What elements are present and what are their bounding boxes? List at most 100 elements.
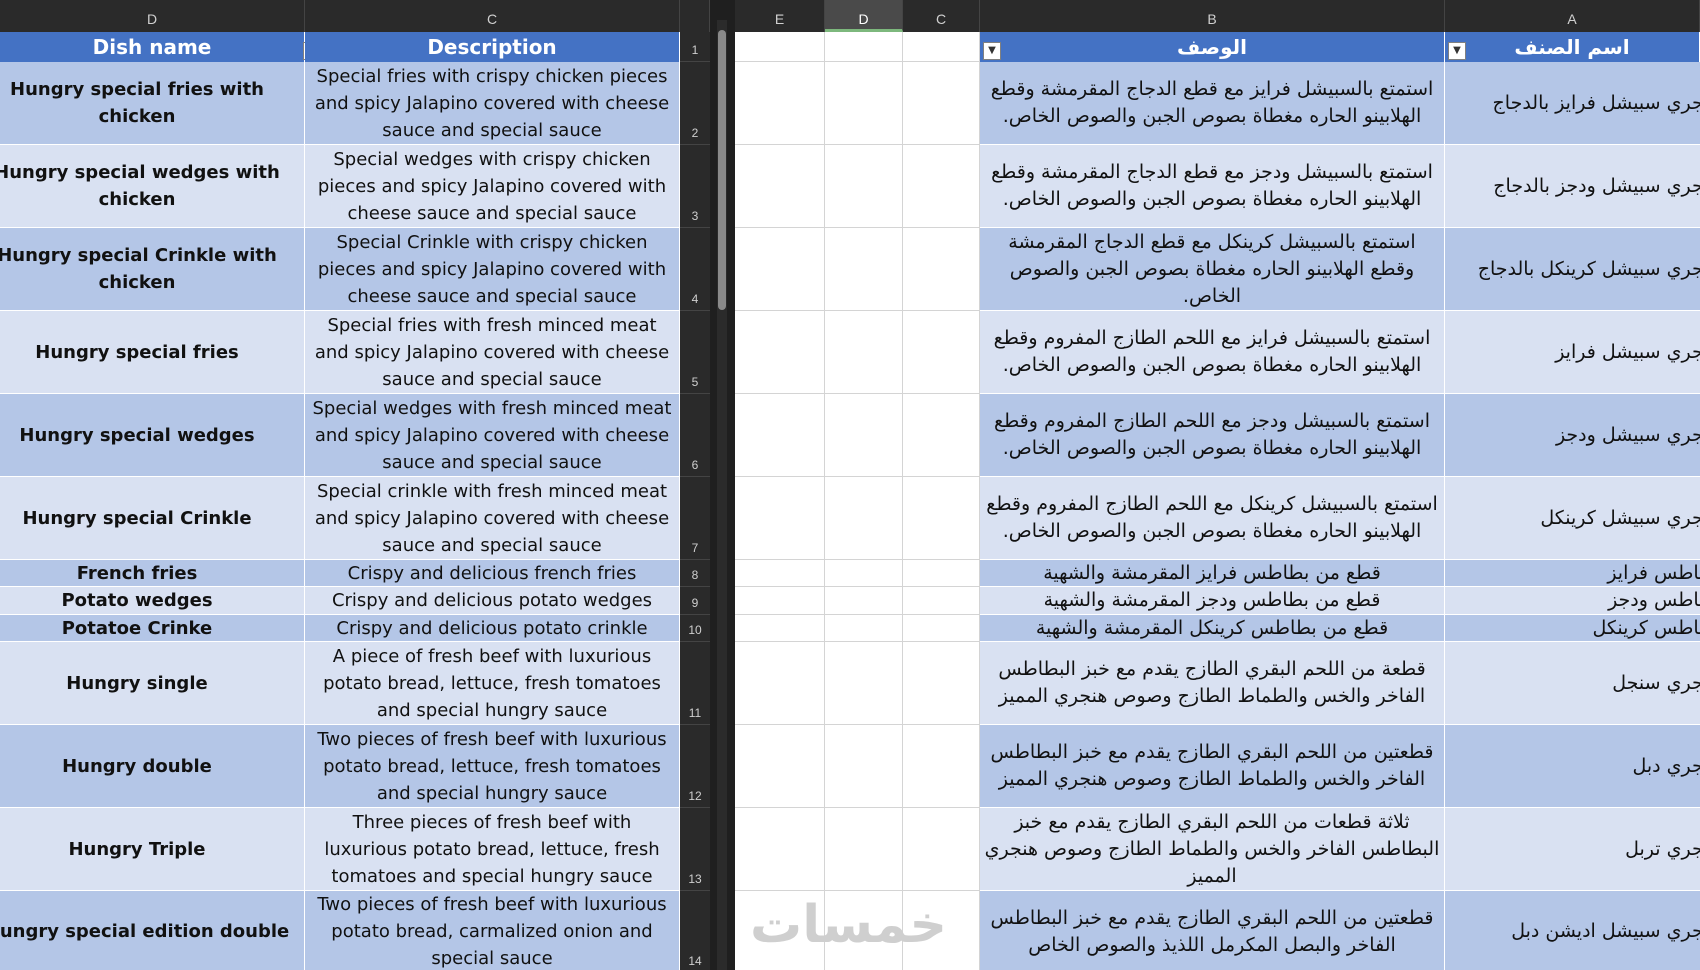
empty-cell[interactable] [735, 477, 825, 560]
empty-cell[interactable] [903, 394, 980, 477]
empty-cell[interactable] [825, 642, 903, 725]
row-number[interactable]: 6 [680, 394, 710, 477]
dish-name-cell[interactable]: Hungry special fries [0, 311, 305, 394]
description-cell[interactable]: Two pieces of fresh beef with luxurious … [305, 891, 680, 970]
dish-name-cell[interactable]: Potato wedges [0, 587, 305, 615]
description-cell[interactable]: Two pieces of fresh beef with luxurious … [305, 725, 680, 808]
row-number[interactable]: 10 [680, 615, 710, 642]
description-cell[interactable]: Special wedges with crispy chicken piece… [305, 145, 680, 228]
empty-cell[interactable] [825, 477, 903, 560]
row-number[interactable]: 11 [680, 642, 710, 725]
description-ar-cell[interactable]: قطع من بطاطس فرايز المقرمشة والشهية [980, 560, 1445, 587]
dish-name-ar-cell[interactable]: هنجري سبيشل فرايز [1445, 311, 1700, 394]
dish-name-ar-cell[interactable]: هنجري دبل [1445, 725, 1700, 808]
empty-cell[interactable] [735, 560, 825, 587]
column-header-a[interactable]: A [1445, 0, 1700, 32]
description-cell[interactable]: Crispy and delicious potato crinkle [305, 615, 680, 642]
dish-name-ar-cell[interactable]: هنجري سبيشل ودجز بالدجاج [1445, 145, 1700, 228]
dish-name-ar-cell[interactable]: بطاطس فرايز [1445, 560, 1700, 587]
description-ar-cell[interactable]: قطعتين من اللحم البقري الطازج يقدم مع خب… [980, 891, 1445, 970]
empty-cell[interactable] [825, 560, 903, 587]
dish-name-cell[interactable]: Hungry special edition double [0, 891, 305, 970]
empty-cell[interactable] [825, 808, 903, 891]
dish-name-cell[interactable]: Potatoe Crinke [0, 615, 305, 642]
empty-cell[interactable] [735, 808, 825, 891]
dish-name-ar-cell[interactable]: بطاطس كرينكل [1445, 615, 1700, 642]
header-dish-name[interactable]: Dish name [0, 32, 305, 62]
empty-cell[interactable] [735, 228, 825, 311]
filter-dropdown-icon[interactable]: ▼ [983, 42, 1001, 60]
row-number[interactable]: 1 [680, 32, 710, 62]
description-cell[interactable]: Special Crinkle with crispy chicken piec… [305, 228, 680, 311]
dish-name-cell[interactable]: Hungry single [0, 642, 305, 725]
dish-name-cell[interactable]: Hungry special Crinkle [0, 477, 305, 560]
description-cell[interactable]: Special crinkle with fresh minced meat a… [305, 477, 680, 560]
description-cell[interactable]: A piece of fresh beef with luxurious pot… [305, 642, 680, 725]
column-header-d[interactable]: D [0, 0, 305, 32]
description-cell[interactable]: Crispy and delicious potato wedges [305, 587, 680, 615]
empty-cell[interactable] [735, 642, 825, 725]
select-all-corner[interactable] [680, 0, 710, 32]
empty-cell[interactable] [903, 587, 980, 615]
empty-cell[interactable] [735, 62, 825, 145]
description-cell[interactable]: Special fries with crispy chicken pieces… [305, 62, 680, 145]
empty-cell[interactable] [825, 615, 903, 642]
empty-cell[interactable] [825, 145, 903, 228]
empty-cell[interactable] [903, 145, 980, 228]
empty-cell[interactable] [735, 725, 825, 808]
description-cell[interactable]: Special wedges with fresh minced meat an… [305, 394, 680, 477]
description-cell[interactable]: Special fries with fresh minced meat and… [305, 311, 680, 394]
row-number[interactable]: 7 [680, 477, 710, 560]
row-number[interactable]: 2 [680, 62, 710, 145]
empty-cell[interactable] [735, 145, 825, 228]
dish-name-ar-cell[interactable]: هنجري سبيشل ودجز [1445, 394, 1700, 477]
empty-cell[interactable] [735, 615, 825, 642]
description-cell[interactable]: Crispy and delicious french fries [305, 560, 680, 587]
description-ar-cell[interactable]: ثلاثة قطعات من اللحم البقري الطازج يقدم … [980, 808, 1445, 891]
column-header-d[interactable]: D [825, 0, 903, 32]
row-number[interactable]: 8 [680, 560, 710, 587]
column-header-e[interactable]: E [735, 0, 825, 32]
dish-name-ar-cell[interactable]: هنجري سبيشل كرينكل بالدجاج [1445, 228, 1700, 311]
dish-name-ar-cell[interactable]: بطاطس ودجز [1445, 587, 1700, 615]
row-number[interactable]: 14 [680, 891, 710, 970]
dish-name-cell[interactable]: Hungry special wedges [0, 394, 305, 477]
empty-cell[interactable] [903, 560, 980, 587]
empty-cell[interactable] [825, 228, 903, 311]
description-ar-cell[interactable]: استمتع بالسبيشل ودجز مع اللحم الطازج الم… [980, 394, 1445, 477]
dish-name-cell[interactable]: French fries [0, 560, 305, 587]
description-ar-cell[interactable]: قطع من بطاطس ودجز المقرمشة والشهية [980, 587, 1445, 615]
scrollbar-thumb[interactable] [718, 30, 726, 310]
row-number[interactable]: 5 [680, 311, 710, 394]
dish-name-ar-cell[interactable]: هنجري سبيشل فرايز بالدجاج [1445, 62, 1700, 145]
empty-cell[interactable] [735, 394, 825, 477]
dish-name-cell[interactable]: Hungry double [0, 725, 305, 808]
dish-name-ar-cell[interactable]: هنجري سنجل [1445, 642, 1700, 725]
empty-cell[interactable] [903, 228, 980, 311]
empty-cell[interactable] [903, 62, 980, 145]
header-description-ar[interactable]: الوصف [980, 32, 1445, 62]
empty-cell[interactable] [903, 615, 980, 642]
empty-cell[interactable] [825, 394, 903, 477]
description-ar-cell[interactable]: استمتع بالسبيشل فرايز مع اللحم الطازج ال… [980, 311, 1445, 394]
dish-name-ar-cell[interactable]: هنجري تربل [1445, 808, 1700, 891]
description-ar-cell[interactable]: قطعتين من اللحم البقري الطازج يقدم مع خب… [980, 725, 1445, 808]
header-description[interactable]: Description [305, 32, 680, 62]
empty-cell[interactable] [903, 725, 980, 808]
filter-dropdown-icon[interactable]: ▼ [1448, 42, 1466, 60]
empty-cell[interactable] [825, 32, 903, 62]
dish-name-ar-cell[interactable]: هنجري سبيشل اديشن دبل [1445, 891, 1700, 970]
description-cell[interactable]: Three pieces of fresh beef with luxuriou… [305, 808, 680, 891]
empty-cell[interactable] [735, 32, 825, 62]
row-number[interactable]: 13 [680, 808, 710, 891]
row-number[interactable]: 9 [680, 587, 710, 615]
column-header-b[interactable]: B [980, 0, 1445, 32]
dish-name-cell[interactable]: Hungry special Crinkle with chicken [0, 228, 305, 311]
empty-cell[interactable] [825, 62, 903, 145]
row-number[interactable]: 4 [680, 228, 710, 311]
dish-name-cell[interactable]: Hungry special fries with chicken [0, 62, 305, 145]
description-ar-cell[interactable]: استمتع بالسبيشل كرينكل مع اللحم الطازج ا… [980, 477, 1445, 560]
description-ar-cell[interactable]: استمتع بالسبيشل ودجز مع قطع الدجاج المقر… [980, 145, 1445, 228]
empty-cell[interactable] [903, 477, 980, 560]
description-ar-cell[interactable]: استمتع بالسبيشل كرينكل مع قطع الدجاج الم… [980, 228, 1445, 311]
